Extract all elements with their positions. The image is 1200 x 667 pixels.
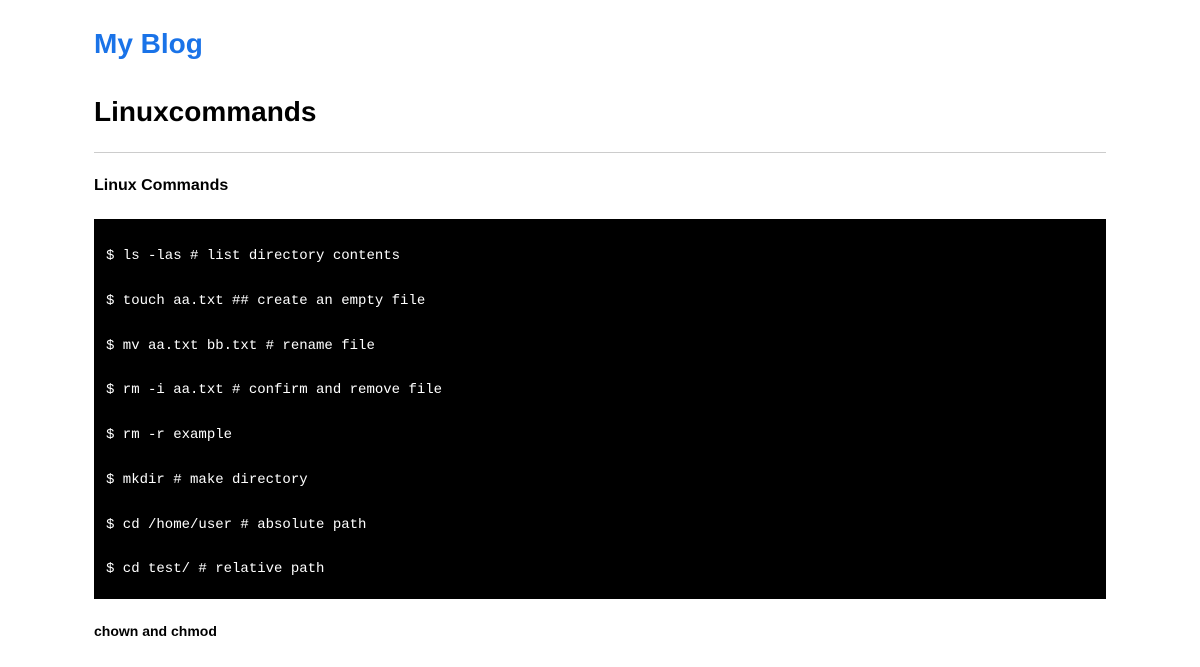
code-block: $ ls -las # list directory contents $ to… [94,219,1106,599]
sub-heading: chown and chmod [94,623,1106,639]
site-title-link[interactable]: My Blog [94,28,1106,60]
divider [94,152,1106,153]
page-title: Linuxcommands [94,96,1106,128]
section-heading: Linux Commands [94,177,1106,195]
